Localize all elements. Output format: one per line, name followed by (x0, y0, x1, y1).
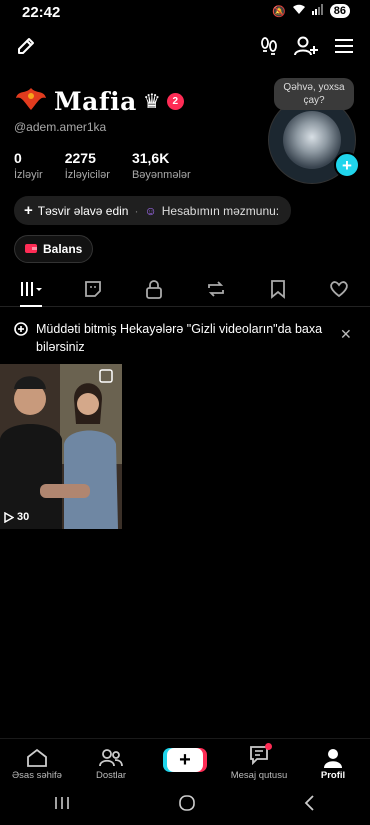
add-bio-button[interactable]: + Təsvir əlavə edin (24, 202, 128, 219)
pencil-icon (18, 38, 34, 54)
video-views: 30 (4, 511, 29, 523)
grid-icon (20, 282, 42, 296)
heart-icon (330, 281, 348, 298)
username: @adem.amer1ka (14, 120, 107, 134)
profile-stats: 0 İzləyir 2275 İzləyicilər 31,6K Bəyənmə… (14, 150, 191, 181)
back-icon (304, 794, 314, 811)
lock-icon (146, 280, 163, 299)
smiley-icon: ☺ (144, 203, 157, 218)
footprints-button[interactable] (255, 32, 283, 60)
footprints-icon (261, 37, 277, 55)
close-notice-button[interactable]: ✕ (340, 326, 352, 343)
avatar-emblem (283, 111, 341, 169)
notification-badge[interactable]: 2 (166, 93, 184, 110)
status-bubble[interactable]: Qəhvə, yoxsa çay? (274, 78, 354, 110)
home-icon (27, 748, 47, 767)
hidden-videos-notice[interactable]: Müddəti bitmiş Hekayələrə "Gizli videola… (14, 320, 334, 356)
back-button[interactable] (303, 794, 317, 817)
nav-inbox[interactable]: Mesaj qutusu (222, 739, 296, 785)
status-time: 22:42 (22, 4, 61, 21)
account-content-button[interactable]: ☺ Hesabımın məzmunu: (144, 204, 279, 218)
notice-text: Müddəti bitmiş Hekayələrə "Gizli videola… (36, 322, 323, 354)
nav-profile[interactable]: Profil (296, 739, 370, 785)
balance-button[interactable]: Balans (14, 235, 94, 263)
profile-icon (324, 749, 342, 768)
video-thumbnail-image (0, 364, 122, 529)
inbox-icon-wrap (249, 743, 272, 768)
bottom-navigation: Əsas səhifə Dostlar + Mesaj qutusu Profi… (0, 738, 370, 785)
phoenix-emoji-icon (14, 84, 48, 119)
inbox-unread-dot (265, 743, 272, 750)
tab-reposts[interactable] (185, 272, 247, 306)
recents-icon (55, 796, 70, 809)
friends-icon (99, 749, 123, 767)
bio-actions-row: + Təsvir əlavə edin · ☺ Hesabımın məzmun… (14, 196, 292, 225)
nav-create[interactable]: + (148, 739, 222, 785)
repost-icon (207, 281, 224, 297)
plus-icon: + (24, 202, 33, 219)
nav-friends[interactable]: Dostlar (74, 739, 148, 785)
stat-likes[interactable]: 31,6K Bəyənmələr (132, 150, 191, 181)
sticker-icon (84, 281, 101, 297)
view-count: 30 (17, 511, 30, 523)
story-plus-icon (14, 322, 28, 356)
crown-icon: ♛ (142, 91, 161, 113)
balance-label: Balans (43, 242, 83, 256)
home-system-button[interactable] (178, 794, 196, 817)
nav-friends-label: Dostlar (95, 770, 127, 781)
nav-profile-label: Profil (320, 770, 346, 781)
play-icon (4, 511, 14, 523)
status-icons: 🔕 86 (272, 4, 350, 18)
menu-button[interactable] (330, 32, 358, 60)
add-user-icon (294, 36, 318, 56)
stat-following[interactable]: 0 İzləyir (14, 150, 43, 181)
edit-profile-button[interactable] (12, 32, 40, 60)
mute-icon: 🔕 (272, 5, 286, 18)
system-navigation (0, 785, 370, 825)
profile-name-row: Mafia ♛ 2 (14, 84, 184, 119)
nav-inbox-label: Mesaj qutusu (230, 770, 288, 781)
bookmark-icon (270, 280, 285, 299)
add-friend-button[interactable] (292, 32, 320, 60)
battery-indicator: 86 (329, 4, 350, 18)
add-bio-label: Təsvir əlavə edin (37, 203, 129, 218)
tab-favorites[interactable] (247, 272, 309, 306)
tab-liked[interactable] (308, 272, 370, 306)
create-button[interactable]: + (167, 748, 203, 772)
nav-home[interactable]: Əsas səhifə (0, 739, 74, 785)
stat-followers[interactable]: 2275 İzləyicilər (65, 150, 110, 181)
tab-videos[interactable] (0, 272, 62, 307)
separator-dot: · (134, 203, 139, 218)
wifi-icon (292, 4, 306, 18)
video-thumbnail[interactable] (0, 364, 122, 529)
recent-apps-button[interactable] (53, 795, 71, 816)
hamburger-icon (335, 39, 353, 53)
home-circle-icon (179, 794, 195, 811)
signal-icon (311, 4, 324, 18)
tab-private[interactable] (123, 272, 185, 306)
add-story-button[interactable]: + (334, 152, 360, 178)
content-tabs (0, 272, 370, 307)
tab-stickers[interactable] (62, 272, 124, 306)
account-content-label: Hesabımın məzmunu: (161, 203, 280, 218)
nav-home-label: Əsas səhifə (12, 770, 62, 781)
display-name: Mafia (54, 87, 137, 116)
wallet-icon (25, 242, 37, 256)
